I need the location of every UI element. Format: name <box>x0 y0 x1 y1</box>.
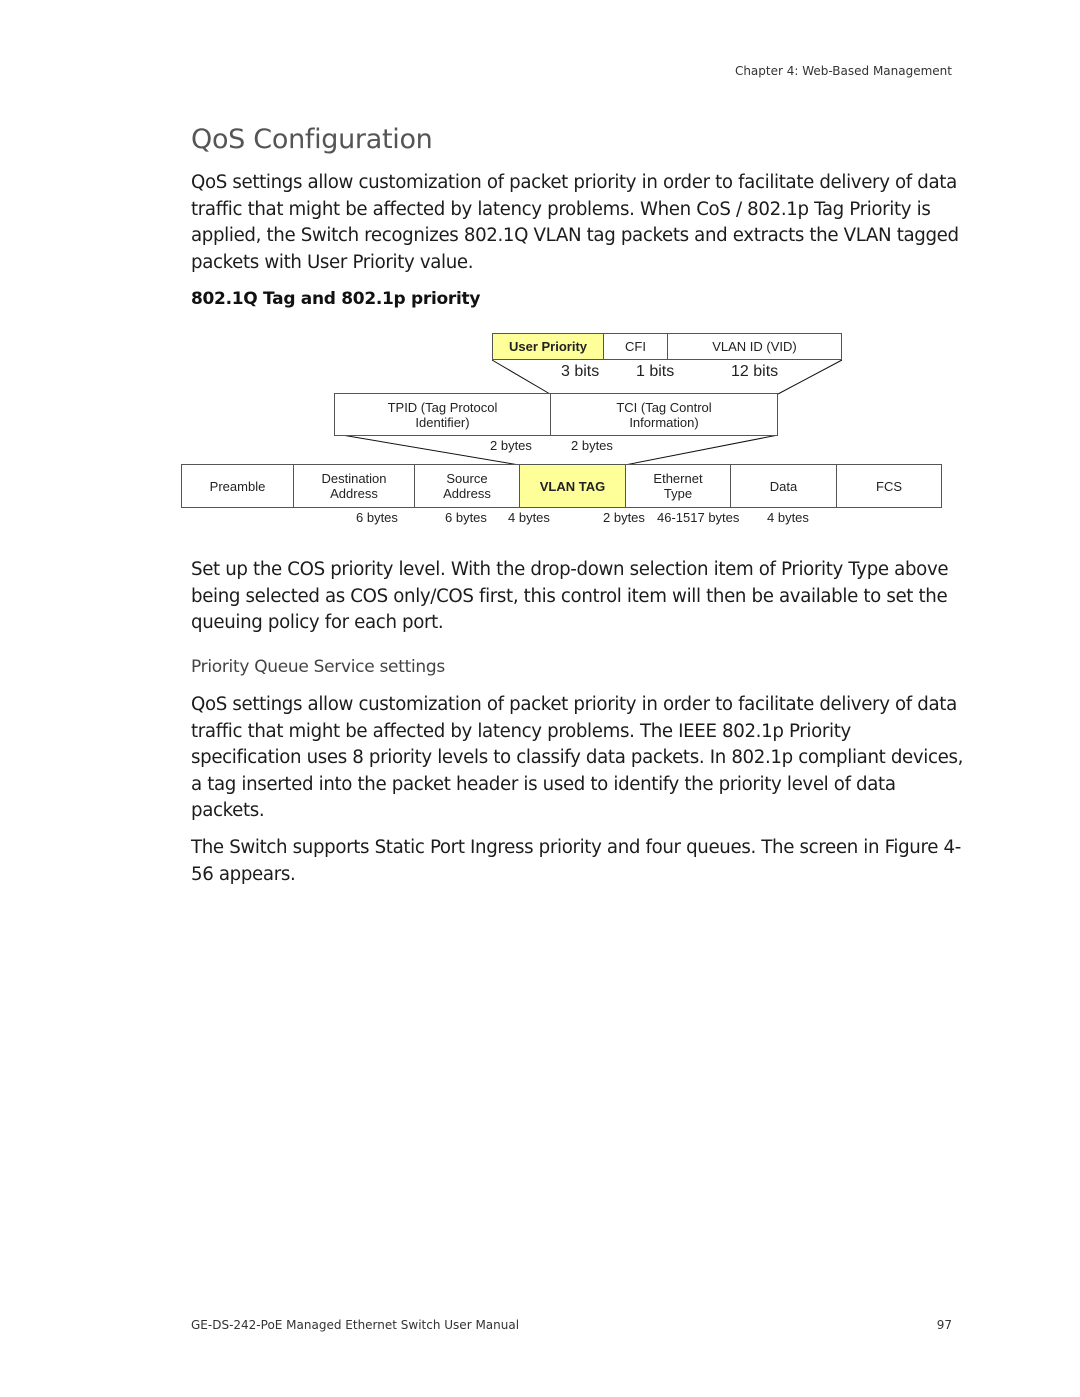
tci-field-user-priority: User Priority <box>492 333 604 360</box>
frame-field-source: Source Address <box>414 464 520 508</box>
size-label: 4 bytes <box>767 510 809 525</box>
footer-page-number: 97 <box>936 1318 952 1332</box>
connector-line <box>777 359 843 395</box>
frame-field-line: Preamble <box>209 478 266 494</box>
section-heading-priority-queue: Priority Queue Service settings <box>191 657 445 677</box>
tag-field-tpid: TPID (Tag Protocol Identifier) <box>334 393 551 436</box>
frame-field-line: Source <box>446 471 488 486</box>
connector-line <box>491 359 551 395</box>
frame-field-line: VLAN TAG <box>539 478 606 494</box>
frame-field-line: Ethernet <box>653 471 703 486</box>
bits-label: 1 bits <box>636 363 675 380</box>
frame-field-vlan-tag: VLAN TAG <box>519 464 626 508</box>
bits-label: 3 bits <box>561 363 600 380</box>
footer-manual-title: GE-DS-242-PoE Managed Ethernet Switch Us… <box>191 1318 520 1332</box>
tag-field-line: Information) <box>629 414 699 430</box>
frame-field-ethernet-type: Ethernet Type <box>625 464 731 508</box>
frame-field-line: Address <box>443 486 491 501</box>
frame-field-line: Type <box>663 486 693 501</box>
tag-field-line: Identifier) <box>415 414 470 430</box>
frame-field-line: FCS <box>876 478 902 494</box>
bits-label: 12 bits <box>731 363 779 380</box>
size-label: 46-1517 bytes <box>657 510 740 525</box>
size-label: 4 bytes <box>508 510 550 525</box>
section-heading-8021q: 802.1Q Tag and 802.1p priority <box>191 289 481 309</box>
queues-paragraph: The Switch supports Static Port Ingress … <box>191 837 961 885</box>
size-label: 2 bytes <box>603 510 645 525</box>
tag-field-line: TPID (Tag Protocol <box>387 399 498 415</box>
size-label: 2 bytes <box>571 438 613 453</box>
cos-paragraph: Set up the COS priority level. With the … <box>191 559 949 633</box>
size-label: 6 bytes <box>356 510 398 525</box>
intro-paragraph: QoS settings allow customization of pack… <box>191 172 959 273</box>
frame-field-line: Data <box>769 478 798 494</box>
size-label: 6 bytes <box>445 510 487 525</box>
frame-field-line: Destination <box>321 471 387 486</box>
tci-field-cfi: CFI <box>603 333 668 360</box>
frame-field-destination: Destination Address <box>293 464 415 508</box>
tag-field-tci: TCI (Tag Control Information) <box>550 393 778 436</box>
tci-field-vlan-id: VLAN ID (VID) <box>667 333 842 360</box>
frame-field-fcs: FCS <box>836 464 942 508</box>
tag-field-line: TCI (Tag Control <box>616 399 712 415</box>
connector-line <box>624 434 779 466</box>
frame-field-preamble: Preamble <box>181 464 294 508</box>
priority-paragraph: QoS settings allow customization of pack… <box>191 694 964 821</box>
running-head: Chapter 4: Web-Based Management <box>734 64 952 78</box>
size-label: 2 bytes <box>490 438 532 453</box>
page-title: QoS Configuration <box>191 124 433 155</box>
frame-field-line: Address <box>330 486 378 501</box>
frame-field-data: Data <box>730 464 837 508</box>
